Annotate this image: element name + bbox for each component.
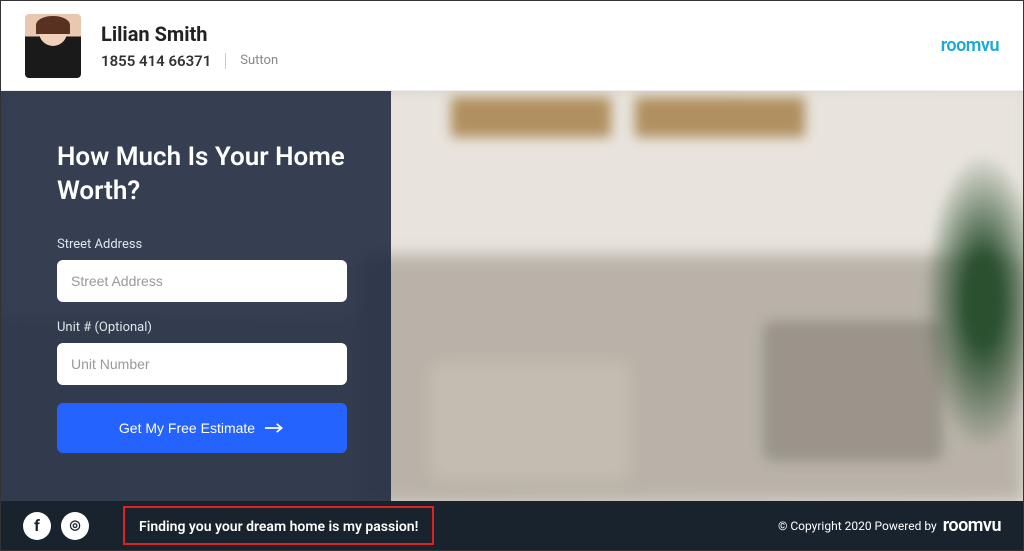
hero-bg — [635, 97, 805, 137]
arrow-right-icon — [265, 422, 285, 434]
agent-name: Lilian Smith — [101, 22, 941, 46]
copyright-text: © Copyright 2020 Powered by — [778, 519, 937, 533]
street-address-input[interactable] — [57, 260, 347, 302]
header: Lilian Smith 1855 414 66371 Sutton roomv… — [1, 1, 1023, 91]
hero-bg — [763, 321, 943, 461]
agent-meta: 1855 414 66371 Sutton — [101, 52, 941, 70]
tagline-highlight: Finding you your dream home is my passio… — [123, 506, 434, 545]
agent-avatar — [25, 14, 81, 78]
app-window: Lilian Smith 1855 414 66371 Sutton roomv… — [0, 0, 1024, 551]
facebook-icon[interactable]: f — [23, 512, 51, 540]
agent-info: Lilian Smith 1855 414 66371 Sutton — [101, 22, 941, 70]
agent-phone: 1855 414 66371 — [101, 52, 211, 70]
hero-title: How Much Is Your Home Worth? — [57, 141, 351, 209]
footer-right: © Copyright 2020 Powered by roomvu — [778, 515, 1001, 536]
street-address-label: Street Address — [57, 237, 351, 252]
instagram-icon[interactable]: ◎ — [61, 512, 89, 540]
brand-logo: roomvu — [941, 35, 999, 56]
submit-label: Get My Free Estimate — [119, 420, 255, 436]
agent-company: Sutton — [240, 53, 278, 68]
tagline: Finding you your dream home is my passio… — [139, 519, 418, 535]
get-estimate-button[interactable]: Get My Free Estimate — [57, 403, 347, 453]
hero: How Much Is Your Home Worth? Street Addr… — [1, 91, 1023, 501]
estimate-form: How Much Is Your Home Worth? Street Addr… — [1, 91, 391, 501]
hero-bg — [430, 361, 630, 481]
meta-divider — [225, 53, 226, 69]
brand-logo-footer: roomvu — [943, 515, 1001, 536]
hero-bg — [923, 151, 1023, 451]
hero-bg — [451, 97, 611, 137]
footer: f ◎ Finding you your dream home is my pa… — [1, 501, 1023, 550]
unit-number-label: Unit # (Optional) — [57, 320, 351, 335]
unit-number-input[interactable] — [57, 343, 347, 385]
